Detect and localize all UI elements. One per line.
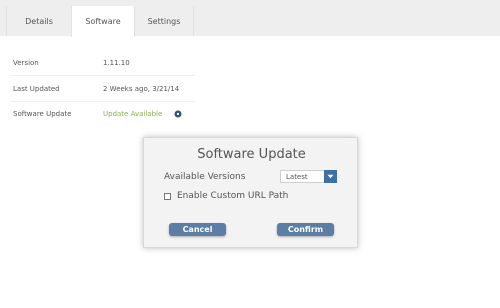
update-available-link[interactable]: Update Available — [103, 110, 162, 118]
confirm-button[interactable]: Confirm — [277, 223, 334, 236]
custom-url-label[interactable]: Enable Custom URL Path — [177, 191, 288, 201]
last-updated-label: Last Updated — [13, 85, 60, 93]
dark-dot-icon[interactable] — [174, 110, 182, 118]
version-value: 1.11.10 — [103, 59, 130, 67]
custom-url-checkbox[interactable] — [164, 193, 171, 200]
chevron-down-icon[interactable] — [324, 170, 337, 183]
version-label: Version — [13, 59, 39, 67]
tab-software[interactable]: Software — [71, 6, 135, 37]
software-update-dialog: Software Update Available Versions Lates… — [143, 137, 358, 248]
tab-bar: Details Software Settings — [0, 0, 500, 37]
tab-details-label: Details — [25, 16, 53, 26]
select-value: Latest — [286, 173, 308, 181]
last-updated-value: 2 Weeks ago, 3/21/14 — [103, 85, 180, 93]
version-row: Version 1.11.10 — [10, 50, 195, 76]
software-update-row: Software Update Update Available — [10, 101, 195, 126]
tab-settings-label: Settings — [147, 16, 181, 26]
last-updated-row: Last Updated 2 Weeks ago, 3/21/14 — [10, 76, 195, 102]
available-versions-select[interactable]: Latest — [280, 170, 337, 183]
software-update-label: Software Update — [13, 110, 72, 118]
dialog-title: Software Update — [197, 147, 306, 162]
cancel-button[interactable]: Cancel — [169, 223, 226, 236]
tab-software-label: Software — [85, 17, 121, 26]
available-versions-label: Available Versions — [164, 172, 246, 182]
tab-details[interactable]: Details — [6, 6, 72, 36]
tab-settings[interactable]: Settings — [134, 6, 194, 36]
